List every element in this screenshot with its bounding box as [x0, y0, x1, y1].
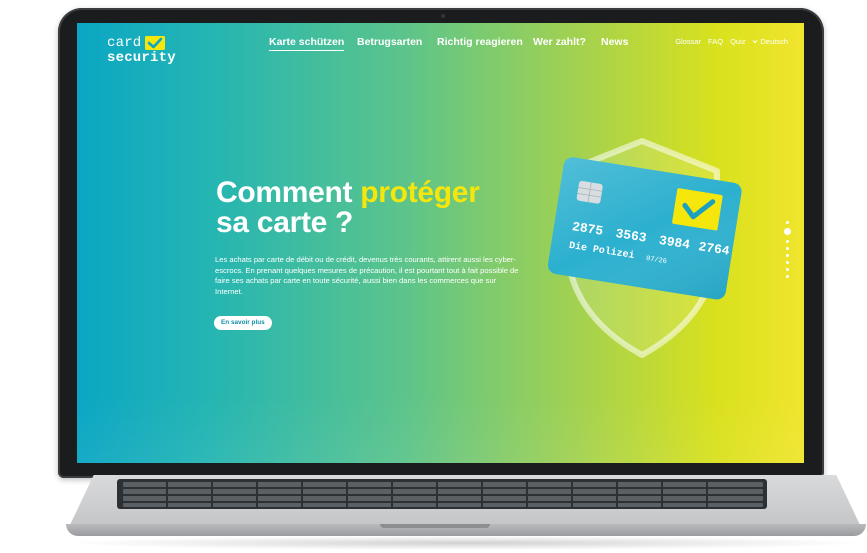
- website-screen: card security Karte schützen Betrugsarte…: [77, 23, 804, 463]
- nav-item-karte-schuetzen[interactable]: Karte schützen: [269, 36, 345, 51]
- laptop-mockup: card security Karte schützen Betrugsarte…: [0, 0, 867, 553]
- nav-item-betrugsarten[interactable]: Betrugsarten: [357, 36, 422, 48]
- keyboard: [117, 479, 767, 509]
- hero-title: Comment protéger sa carte ?: [216, 178, 480, 238]
- pager-dot[interactable]: [786, 240, 789, 243]
- card-shield-illustration: 2875 3563 3984 2764 Die Polizei 07/26: [547, 138, 742, 358]
- laptop-notch: [380, 524, 490, 528]
- hero-title-part1: Comment: [216, 176, 361, 209]
- hero-title-part2: sa carte ?: [216, 206, 354, 239]
- pager-dot[interactable]: [786, 261, 789, 264]
- screen-fade: [77, 393, 804, 463]
- chevron-down-icon: [753, 40, 758, 44]
- nav-item-news[interactable]: News: [601, 36, 628, 48]
- pager-dot-active[interactable]: [784, 228, 791, 235]
- hero-description: Les achats par carte de débit ou de créd…: [215, 255, 519, 296]
- nav-item-wer-zahlt[interactable]: Wer zahlt?: [533, 36, 586, 48]
- camera-icon: [441, 14, 445, 18]
- pager-dot[interactable]: [786, 254, 789, 257]
- language-label: Deutsch: [760, 37, 788, 46]
- quiz-link[interactable]: Quiz: [730, 37, 745, 46]
- faq-link[interactable]: FAQ: [708, 37, 723, 46]
- language-selector[interactable]: Deutsch: [752, 37, 788, 46]
- pager-dot[interactable]: [786, 275, 789, 278]
- nav-item-richtig-reagieren[interactable]: Richtig reagieren: [437, 36, 523, 48]
- pager-dot[interactable]: [786, 221, 789, 224]
- pager-dot[interactable]: [786, 268, 789, 271]
- logo-text-security: security: [107, 50, 176, 66]
- learn-more-button[interactable]: En savoir plus: [214, 316, 272, 330]
- utility-nav: Glossar FAQ Quiz Deutsch: [675, 37, 788, 46]
- glossar-link[interactable]: Glossar: [675, 37, 701, 46]
- laptop-shadow: [60, 536, 867, 550]
- hero-title-accent: protéger: [360, 176, 480, 209]
- logo-text-card: card: [107, 35, 142, 51]
- card-security-logo[interactable]: card security: [107, 35, 176, 70]
- slide-pager: [783, 221, 793, 285]
- checkmark-icon: [672, 188, 723, 231]
- pager-dot[interactable]: [786, 247, 789, 250]
- chip-icon: [576, 180, 603, 204]
- checkmark-icon: [145, 36, 165, 50]
